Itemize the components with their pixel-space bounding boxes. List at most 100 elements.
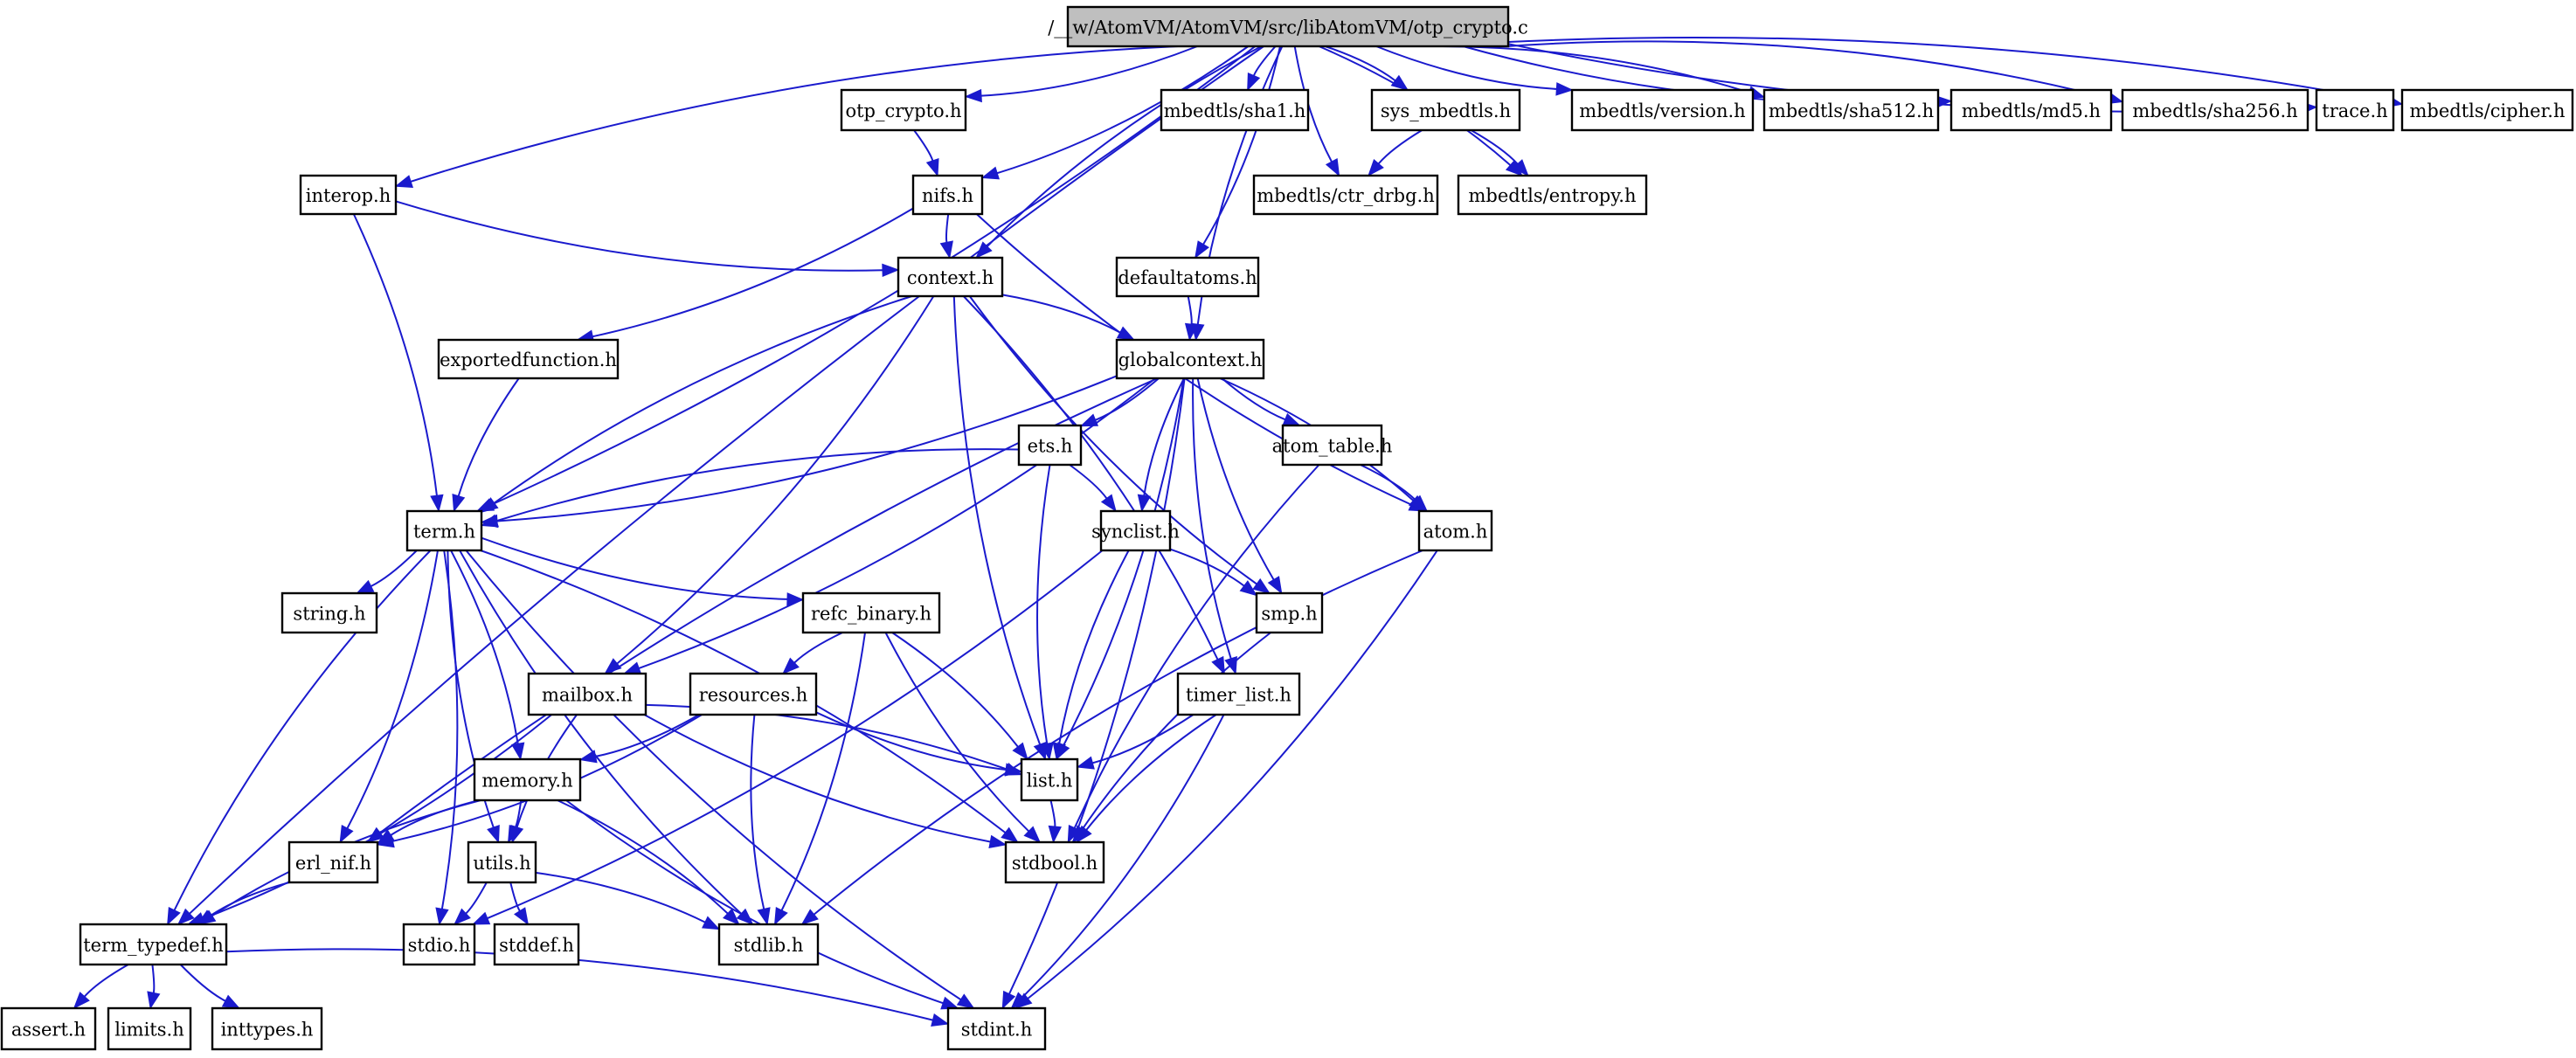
node-label: resources.h <box>699 685 808 706</box>
node-label: mbedtls/entropy.h <box>1468 185 1636 206</box>
edge-globalcontext-to-timer_list <box>1192 377 1237 675</box>
include-node-resources[interactable]: resources.h <box>689 672 818 716</box>
include-node-stdint[interactable]: stdint.h <box>946 1006 1047 1051</box>
edge-line <box>84 964 129 998</box>
include-node-md5[interactable]: mbedtls/md5.h <box>1949 88 2113 132</box>
edge-line <box>1008 377 1186 995</box>
root-file-node[interactable]: /__w/AtomVM/AtomVM/src/libAtomVM/otp_cry… <box>1048 5 1528 48</box>
include-node-sha512[interactable]: mbedtls/sha512.h <box>1762 88 1940 132</box>
edge-atom-to-stdint <box>1014 550 1438 1009</box>
include-node-utils[interactable]: utils.h <box>467 840 537 884</box>
node-label: mbedtls/ctr_drbg.h <box>1257 185 1435 206</box>
include-node-assert[interactable]: assert.h <box>0 1006 97 1051</box>
include-node-context[interactable]: context.h <box>897 256 1004 298</box>
include-node-string[interactable]: string.h <box>280 591 378 634</box>
include-node-refc-binary[interactable]: refc_binary.h <box>801 591 941 634</box>
node-label: context.h <box>907 267 994 288</box>
arrowhead-icon <box>1076 756 1095 770</box>
include-node-synclist[interactable]: synclist.h <box>1091 509 1180 552</box>
include-node-erl-nif[interactable]: erl_nif.h <box>287 840 379 884</box>
include-node-sys-mbedtls[interactable]: sys_mbedtls.h <box>1370 88 1521 132</box>
node-label: assert.h <box>11 1020 86 1041</box>
edge-line <box>1221 377 1286 421</box>
include-node-term[interactable]: term.h <box>405 509 483 552</box>
include-node-ctr-drbg[interactable]: mbedtls/ctr_drbg.h <box>1252 174 1439 216</box>
arrowhead-icon <box>221 994 241 1009</box>
node-label: globalcontext.h <box>1118 349 1263 370</box>
edge-term-to-memory <box>450 550 525 761</box>
edge-line <box>891 632 1019 748</box>
node-label: mbedtls/sha1.h <box>1164 100 1306 121</box>
include-node-stdlib[interactable]: stdlib.h <box>717 923 820 966</box>
node-label: refc_binary.h <box>811 604 931 625</box>
include-node-cipher[interactable]: mbedtls/cipher.h <box>2400 88 2574 132</box>
include-node-atom[interactable]: atom.h <box>1417 509 1493 552</box>
include-node-sha1[interactable]: mbedtls/sha1.h <box>1160 88 1310 132</box>
include-node-otp-crypto-h[interactable]: otp_crypto.h <box>840 88 967 132</box>
edge-nifs-to-exportedfunction <box>576 207 914 343</box>
edge-line <box>202 714 552 920</box>
include-node-stdio[interactable]: stdio.h <box>402 923 476 966</box>
node-label: mbedtls/version.h <box>1579 100 1745 121</box>
include-node-exportedfunction[interactable]: exportedfunction.h <box>437 338 620 380</box>
include-node-trace[interactable]: trace.h <box>2315 88 2395 132</box>
include-node-inttypes[interactable]: inttypes.h <box>211 1006 323 1051</box>
edge-line <box>1049 799 1056 827</box>
node-label: mbedtls/sha256.h <box>2132 100 2297 121</box>
arrowhead-icon <box>939 240 953 259</box>
arrowhead-icon <box>394 175 414 189</box>
edge-utils-to-stddef <box>509 882 530 926</box>
include-node-stdbool[interactable]: stdbool.h <box>1004 840 1105 884</box>
arrowhead-icon <box>702 916 721 930</box>
edge-line <box>952 295 1042 745</box>
arrowhead-icon <box>435 907 449 926</box>
edge-exportedfunction-to-term <box>452 377 520 513</box>
edge-ets-to-list <box>1036 464 1054 761</box>
include-node-sha256[interactable]: mbedtls/sha256.h <box>2121 88 2309 132</box>
include-node-interop[interactable]: interop.h <box>299 174 398 216</box>
node-label: atom_table.h <box>1272 436 1393 457</box>
include-node-nifs[interactable]: nifs.h <box>911 174 984 216</box>
arrowhead-icon <box>1100 494 1117 513</box>
node-label: nifs.h <box>922 185 973 206</box>
node-label: mbedtls/cipher.h <box>2409 100 2565 121</box>
arrowhead-icon <box>514 907 530 926</box>
include-node-mailbox[interactable]: mailbox.h <box>527 672 647 716</box>
node-label: stdint.h <box>961 1020 1033 1041</box>
include-node-smp[interactable]: smp.h <box>1255 591 1324 634</box>
include-node-limits[interactable]: limits.h <box>107 1006 192 1051</box>
include-node-timer-list[interactable]: timer_list.h <box>1176 672 1301 716</box>
arrowhead-icon <box>1012 742 1028 761</box>
edge-interop-to-term <box>352 213 444 513</box>
edge-line <box>1187 295 1193 325</box>
include-node-globalcontext[interactable]: globalcontext.h <box>1115 338 1265 380</box>
edge-context-to-globalcontext <box>1001 294 1136 341</box>
include-node-version[interactable]: mbedtls/version.h <box>1570 88 1755 132</box>
include-node-stddef[interactable]: stddef.h <box>493 923 580 966</box>
arrowhead-icon <box>1252 577 1271 594</box>
include-node-ets[interactable]: ets.h <box>1017 424 1083 467</box>
node-label: trace.h <box>2322 100 2387 121</box>
edge-term_typedef-to-assert <box>73 964 129 1010</box>
edge-line <box>1325 45 1396 81</box>
node-label: atom.h <box>1423 522 1488 543</box>
include-node-defaultatoms[interactable]: defaultatoms.h <box>1115 256 1260 298</box>
include-dependency-graph: /__w/AtomVM/AtomVM/src/libAtomVM/otp_cry… <box>0 5 2574 1051</box>
node-label: limits.h <box>114 1020 184 1041</box>
edge-refc_binary-to-stdbool <box>884 632 1042 843</box>
include-node-list[interactable]: list.h <box>1020 757 1079 802</box>
include-node-term-typedef[interactable]: term_typedef.h <box>79 923 228 966</box>
arrowhead-icon <box>1116 326 1136 341</box>
node-label: term_typedef.h <box>83 935 224 956</box>
arrowhead-icon <box>356 579 375 594</box>
edge-line <box>225 948 933 1021</box>
arrowhead-icon <box>471 911 491 925</box>
edge-line <box>410 45 1179 183</box>
node-label: timer_list.h <box>1186 685 1291 706</box>
include-node-entropy[interactable]: mbedtls/entropy.h <box>1457 174 1648 216</box>
include-node-atom-table[interactable]: atom_table.h <box>1272 424 1393 467</box>
include-node-memory[interactable]: memory.h <box>473 757 582 802</box>
edge-term_typedef-to-inttypes <box>179 964 241 1009</box>
edge-term-to-stdio <box>435 550 459 926</box>
edge-line <box>1001 294 1121 334</box>
